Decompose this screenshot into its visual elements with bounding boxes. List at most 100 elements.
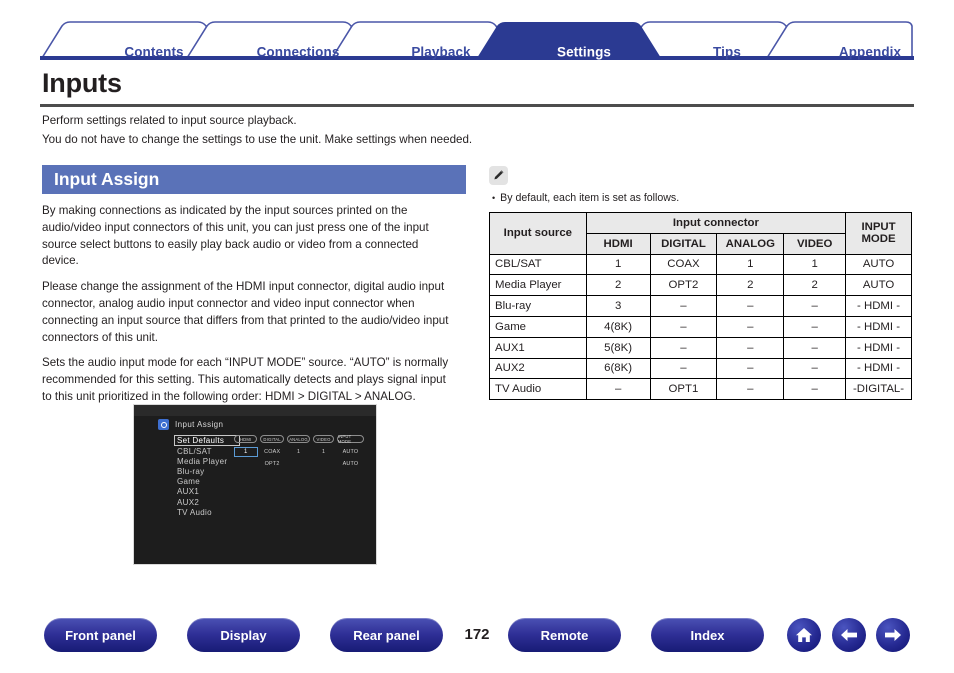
cell-hdmi: 3 xyxy=(585,295,651,317)
cell-video: – xyxy=(783,336,847,359)
cell-digital: – xyxy=(649,315,718,338)
osd-screenshot: Input Assign Set Defaults CBL/SAT Media … xyxy=(133,404,377,565)
osd-col-hdmi: HDMI xyxy=(234,435,258,443)
title-divider xyxy=(40,104,914,107)
home-icon[interactable] xyxy=(787,618,821,652)
cell-analog: – xyxy=(716,378,785,401)
tab-settings[interactable]: Settings xyxy=(557,45,611,60)
cell-mode: - HDMI - xyxy=(845,315,912,338)
cell-source: AUX1 xyxy=(489,336,587,359)
osd-cell-digital[interactable]: COAX xyxy=(261,449,284,455)
cell-digital: – xyxy=(649,357,718,380)
page-title: Inputs xyxy=(42,68,122,98)
table-row: Media Player 2 OPT2 2 2 AUTO xyxy=(489,274,912,297)
cell-mode: - HDMI - xyxy=(845,357,912,380)
cell-video: – xyxy=(783,315,847,338)
table-header-row-1: Input source Input connector INPUT MODE xyxy=(489,212,912,255)
pencil-icon xyxy=(489,166,508,185)
section-header: Input Assign xyxy=(42,165,466,194)
default-settings-panel: • By default, each item is set as follow… xyxy=(489,166,914,401)
osd-cell-video[interactable]: 1 xyxy=(313,449,334,455)
cell-video: – xyxy=(783,378,847,401)
index-button[interactable]: Index xyxy=(651,618,764,652)
cell-source: Blu-ray xyxy=(489,295,587,317)
rear-panel-button[interactable]: Rear panel xyxy=(330,618,443,652)
cell-analog: – xyxy=(716,357,785,380)
display-button[interactable]: Display xyxy=(187,618,300,652)
arrow-right-icon[interactable] xyxy=(876,618,910,652)
cell-hdmi: 1 xyxy=(585,253,651,276)
osd-item-aux2[interactable]: AUX2 xyxy=(174,497,266,507)
osd-column-headers: HDMI DIGITAL ANALOG VIDEO INPUT MODE xyxy=(234,434,364,445)
osd-item-aux1[interactable]: AUX1 xyxy=(174,487,266,497)
th-input-connector: Input connector xyxy=(585,212,847,234)
cell-digital: – xyxy=(649,295,718,317)
note-line: • By default, each item is set as follow… xyxy=(489,192,914,204)
cell-hdmi: – xyxy=(585,378,651,401)
th-input-mode-line1: INPUT xyxy=(861,221,896,234)
table-row: CBL/SAT 1 COAX 1 1 AUTO xyxy=(489,253,912,276)
footer-bar: Front panel Display Rear panel 172 Remot… xyxy=(0,618,954,658)
front-panel-button[interactable]: Front panel xyxy=(44,618,157,652)
osd-item-game[interactable]: Game xyxy=(174,477,266,487)
cell-source: AUX2 xyxy=(489,357,587,380)
osd-value-row: OPT2 AUTO xyxy=(234,458,364,469)
cell-mode: - HDMI - xyxy=(845,295,912,317)
osd-col-digital: DIGITAL xyxy=(260,435,284,443)
th-input-source: Input source xyxy=(489,212,587,255)
tab-contents[interactable]: Contents xyxy=(124,45,183,60)
th-input-mode: INPUT MODE xyxy=(845,212,912,255)
cell-analog: 2 xyxy=(716,274,785,297)
cell-video: 2 xyxy=(783,274,847,297)
cell-mode: AUTO xyxy=(845,274,912,297)
osd-col-input-mode: INPUT MODE xyxy=(336,434,364,444)
osd-col-analog: ANALOG xyxy=(286,435,311,443)
cell-digital: OPT1 xyxy=(649,378,718,401)
cell-hdmi: 4(8K) xyxy=(585,315,651,338)
osd-item-set-defaults[interactable]: Set Defaults xyxy=(174,435,240,446)
cell-analog: 1 xyxy=(716,253,785,276)
table-row: Blu-ray 3 – – – - HDMI - xyxy=(489,295,912,317)
cell-hdmi: 2 xyxy=(585,274,651,297)
osd-title: Input Assign xyxy=(175,420,224,429)
cell-source: TV Audio xyxy=(489,378,587,401)
section-paragraph-1: By making connections as indicated by th… xyxy=(42,204,429,268)
osd-topbar xyxy=(134,405,376,416)
page-number: 172 xyxy=(464,626,490,643)
input-assign-section: Input Assign By making connections as in… xyxy=(42,165,466,406)
osd-item-tv-audio[interactable]: TV Audio xyxy=(174,507,266,517)
th-hdmi: HDMI xyxy=(585,232,651,255)
osd-columns: HDMI DIGITAL ANALOG VIDEO INPUT MODE 1 C… xyxy=(234,434,364,469)
remote-button[interactable]: Remote xyxy=(508,618,621,652)
osd-cell-mode[interactable]: AUTO xyxy=(337,449,364,455)
cell-source: Media Player xyxy=(489,274,587,297)
osd-cell-mode[interactable]: AUTO xyxy=(337,461,364,467)
osd-cell-analog[interactable]: 1 xyxy=(287,449,310,455)
tab-tips[interactable]: Tips xyxy=(713,45,741,60)
table-row: AUX2 6(8K) – – – - HDMI - xyxy=(489,357,912,380)
note-text-value: By default, each item is set as follows. xyxy=(500,192,680,204)
intro-line-2: You do not have to change the settings t… xyxy=(42,133,473,146)
table-row: Game 4(8K) – – – - HDMI - xyxy=(489,315,912,338)
page-root: Contents Connections Playback Settings T… xyxy=(0,0,954,673)
intro-line-1: Perform settings related to input source… xyxy=(42,114,297,127)
section-paragraph-3: Sets the audio input mode for each “INPU… xyxy=(42,356,449,403)
osd-cell-hdmi[interactable]: 1 xyxy=(234,446,258,457)
cell-source: Game xyxy=(489,315,587,338)
osd-value-row: 1 COAX 1 1 AUTO xyxy=(234,446,364,457)
cell-video: – xyxy=(783,295,847,317)
cell-digital: – xyxy=(649,336,718,359)
cell-source: CBL/SAT xyxy=(489,253,587,276)
tab-appendix[interactable]: Appendix xyxy=(839,45,901,60)
tab-connections[interactable]: Connections xyxy=(257,45,340,60)
arrow-left-icon[interactable] xyxy=(832,618,866,652)
page-intro: Perform settings related to input source… xyxy=(42,111,742,149)
tab-playback[interactable]: Playback xyxy=(411,45,470,60)
osd-cell-digital[interactable]: OPT2 xyxy=(260,461,283,467)
cell-video: 1 xyxy=(783,253,847,276)
cell-video: – xyxy=(783,357,847,380)
cell-mode: - HDMI - xyxy=(845,336,912,359)
note-bullet: • xyxy=(492,193,496,203)
cell-mode: AUTO xyxy=(845,253,912,276)
section-paragraph-2: Please change the assignment of the HDMI… xyxy=(42,280,449,344)
